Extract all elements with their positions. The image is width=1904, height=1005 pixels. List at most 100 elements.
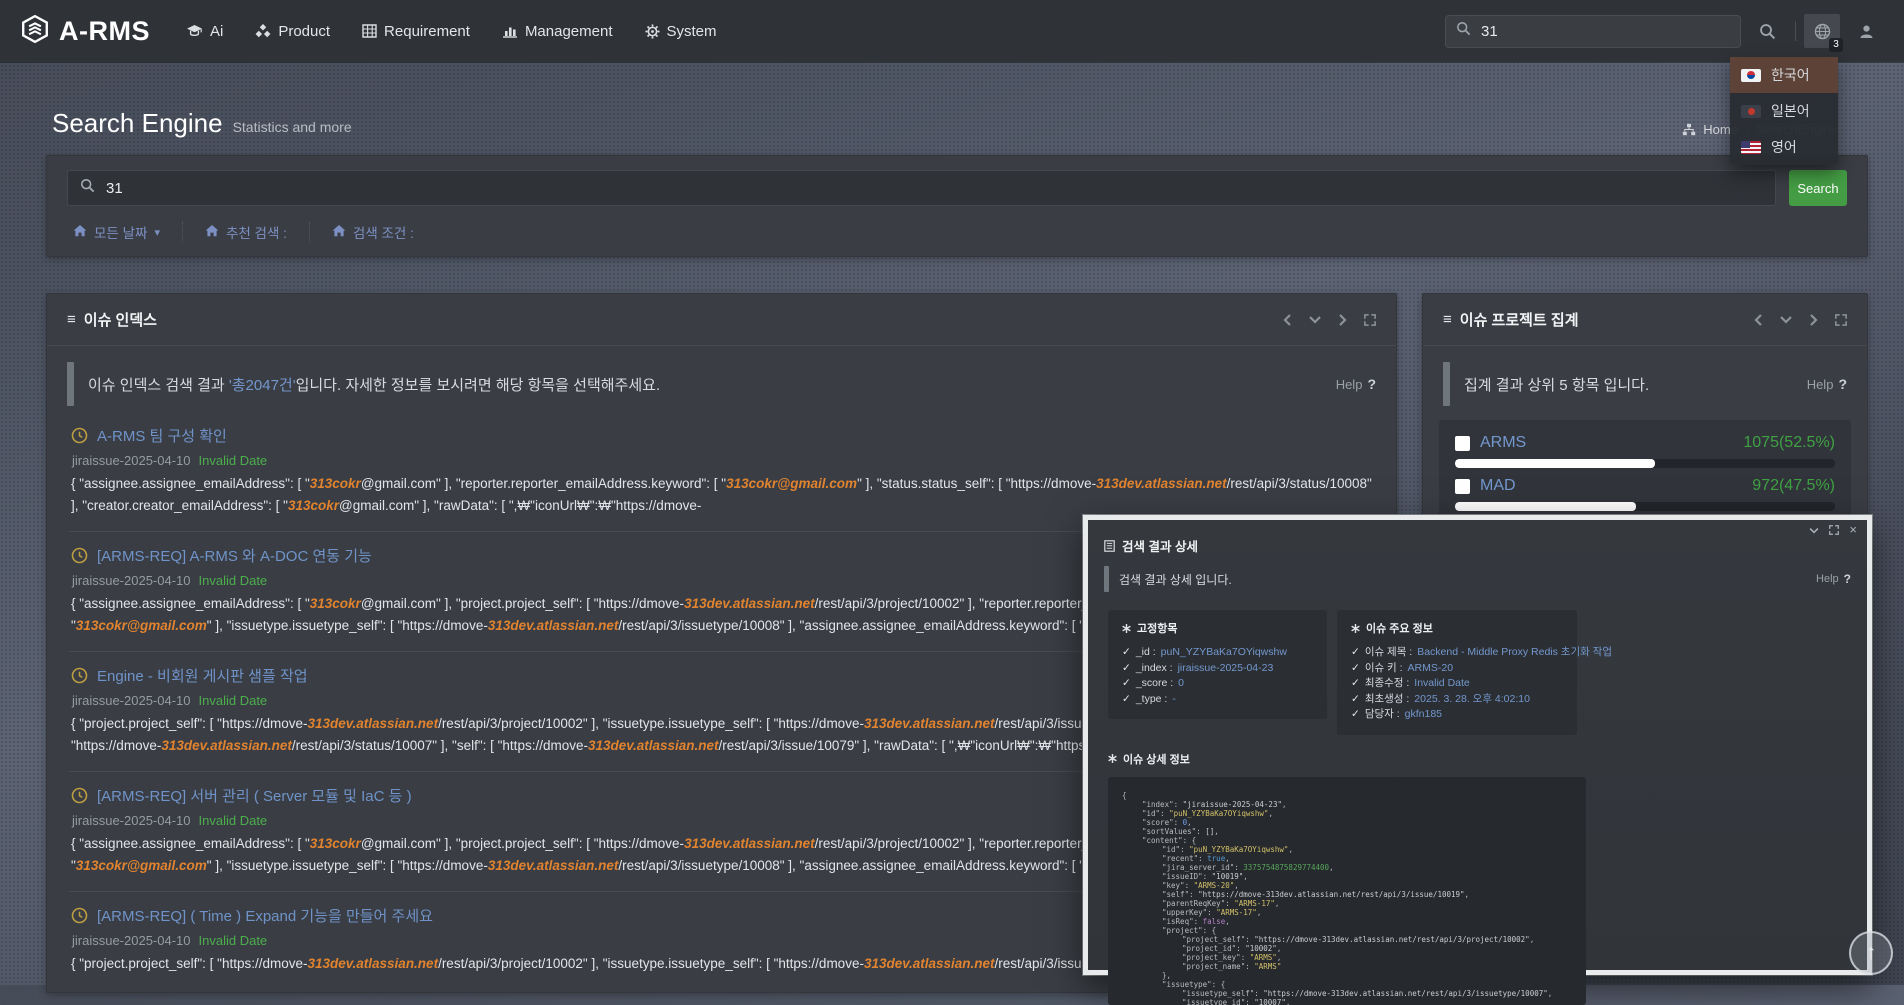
search-filter-2[interactable]: 검색 조건 :: [310, 222, 436, 242]
code-punct: ,: [1286, 998, 1291, 1005]
code-key: "project": [1162, 926, 1203, 935]
navbar-search-input[interactable]: [1479, 22, 1730, 41]
fixed-fields-title: 고정항목: [1122, 620, 1313, 636]
clock-icon: [71, 547, 88, 564]
search-filter-0[interactable]: 모든 날짜▾: [67, 222, 183, 242]
code-punct: {: [1122, 791, 1127, 800]
lang-option-jp[interactable]: 일본어: [1730, 93, 1838, 129]
panel-collapse-button[interactable]: [1309, 315, 1321, 324]
scroll-to-top-button[interactable]: ↑: [1849, 931, 1893, 975]
code-key: "score": [1142, 818, 1174, 827]
search-filter-1[interactable]: 추천 검색 :: [183, 222, 310, 242]
search-button[interactable]: Search: [1789, 170, 1847, 206]
help-badge[interactable]: Help?: [1807, 376, 1847, 392]
issue-title-link[interactable]: [ARMS-REQ] A-RMS 와 A-DOC 연동 기능: [97, 545, 372, 566]
nav-item-requirement[interactable]: Requirement: [362, 23, 470, 40]
fixed-field-row: ✓_type :-: [1122, 692, 1313, 708]
code-line: "parentReqKey": "ARMS-17",: [1120, 899, 1574, 908]
field-value: -: [1172, 692, 1176, 708]
modal-collapse-button[interactable]: [1809, 527, 1819, 534]
issue-index-label: jiraissue-2025-04-10: [72, 453, 191, 468]
panel-expand-button[interactable]: [1835, 314, 1847, 326]
home-icon: [332, 224, 346, 240]
code-value: "ARMS": [1254, 962, 1281, 971]
json-text: /rest/api/3/project/10002" ], "issuetype…: [438, 716, 864, 731]
filter-label: 검색 조건 :: [353, 222, 414, 242]
fixed-fields-box: 고정항목 ✓_id :puN_YZYBaKa7OYiqwshw✓_index :…: [1108, 610, 1327, 719]
panel-next-button[interactable]: [1338, 314, 1347, 326]
page-head: Search Engine Statistics and more: [52, 108, 1904, 139]
code-key: "recent": [1162, 854, 1198, 863]
user-button[interactable]: [1848, 14, 1884, 48]
panel-next-button[interactable]: [1809, 314, 1818, 326]
code-key: "self": [1162, 890, 1189, 899]
nav-item-management[interactable]: Management: [502, 23, 613, 40]
issue-title-link[interactable]: A-RMS 팀 구성 확인: [97, 425, 227, 446]
code-punct: :: [1189, 890, 1198, 899]
navbar-search-button[interactable]: [1749, 14, 1785, 48]
search-panel: Search 모든 날짜▾추천 검색 : 검색 조건 :: [46, 155, 1868, 257]
code-line: "upperKey": "ARMS-17",: [1120, 908, 1574, 917]
language-count-badge: 3: [1829, 38, 1843, 52]
check-icon: ✓: [1351, 645, 1360, 661]
code-line: "isReq": false,: [1120, 917, 1574, 926]
project-agg-line: ARMS1075(52.5%): [1455, 434, 1835, 452]
app-logo[interactable]: A-RMS: [20, 15, 150, 48]
lang-option-us[interactable]: 영어: [1730, 129, 1838, 165]
code-value: []: [1205, 827, 1214, 836]
project-agg-line: MAD972(47.5%): [1455, 477, 1835, 495]
code-line: "issuetype": {: [1120, 980, 1574, 989]
code-line: "id": "puN_YZYBaKa7OYiqwshw",: [1120, 809, 1574, 818]
main-search-input[interactable]: [104, 179, 1763, 198]
project-label: ARMS: [1480, 434, 1526, 452]
code-punct: ,: [1268, 809, 1273, 818]
code-value: "https://dmove-313dev.atlassian.net/rest…: [1198, 890, 1464, 899]
nav-item-system[interactable]: System: [645, 23, 717, 40]
language-button[interactable]: 3: [1804, 14, 1840, 48]
code-value: "ARMS-17": [1234, 899, 1275, 908]
clock-icon: [71, 427, 88, 444]
code-punct: ,: [1257, 908, 1262, 917]
panel-prev-button[interactable]: [1754, 314, 1763, 326]
lang-option-kr[interactable]: 한국어: [1730, 57, 1838, 93]
json-highlight-text: 313dev.atlassian.net: [307, 716, 438, 731]
code-value: "10002": [1245, 944, 1277, 953]
panel-expand-button[interactable]: [1364, 314, 1376, 326]
modal-titlebar: 검색 결과 상세: [1088, 520, 1867, 555]
nav-item-ai[interactable]: Ai: [186, 23, 223, 40]
progress-bar-track: [1455, 459, 1835, 468]
help-badge[interactable]: Help?: [1336, 376, 1376, 392]
json-text: { "project.project_self": [ "https://dmo…: [71, 716, 307, 731]
code-punct: :: [1236, 944, 1245, 953]
code-value: true: [1207, 854, 1225, 863]
code-punct: :: [1198, 854, 1207, 863]
issue-title-link[interactable]: Engine - 비회원 게시판 샘플 작업: [97, 665, 308, 686]
panel-collapse-button[interactable]: [1780, 315, 1792, 324]
code-value: {: [1212, 926, 1217, 935]
field-key: 최초생성 :: [1365, 692, 1409, 708]
project-checkbox[interactable]: [1455, 479, 1470, 494]
check-icon: ✓: [1351, 676, 1360, 692]
issue-title-link[interactable]: [ARMS-REQ] ( Time ) Expand 기능을 만들어 주세요: [97, 905, 433, 926]
help-badge[interactable]: Help?: [1816, 572, 1851, 586]
progress-bar-fill: [1455, 459, 1655, 468]
panel-prev-button[interactable]: [1283, 314, 1292, 326]
invalid-date-label: Invalid Date: [199, 933, 268, 948]
code-punct: :: [1194, 917, 1203, 926]
json-highlight-text: 313dev.atlassian.net: [588, 738, 719, 753]
nav-item-label: Management: [525, 23, 613, 40]
modal-expand-button[interactable]: [1829, 525, 1839, 535]
modal-close-icon[interactable]: ×: [1849, 525, 1857, 535]
nav-item-label: Ai: [210, 23, 223, 40]
total-count-link[interactable]: '총2047건': [229, 377, 296, 394]
json-highlight-text: 313dev.atlassian.net: [864, 716, 995, 731]
issue-list-item[interactable]: A-RMS 팀 구성 확인jiraissue-2025-04-10Invalid…: [69, 412, 1374, 532]
code-punct: ,: [1277, 953, 1282, 962]
issue-title-link[interactable]: [ARMS-REQ] 서버 관리 ( Server 모듈 및 IaC 등 ): [97, 785, 412, 806]
project-checkbox[interactable]: [1455, 436, 1470, 451]
nav-item-product[interactable]: Product: [255, 23, 330, 40]
code-key: "issuetype_self": [1182, 989, 1254, 998]
json-text: /rest/api/3/issue/10079" ], "rawData": […: [719, 738, 1142, 753]
code-key: "project_name": [1182, 962, 1245, 971]
detail-section-title: 이슈 상세 정보: [1108, 751, 1867, 767]
